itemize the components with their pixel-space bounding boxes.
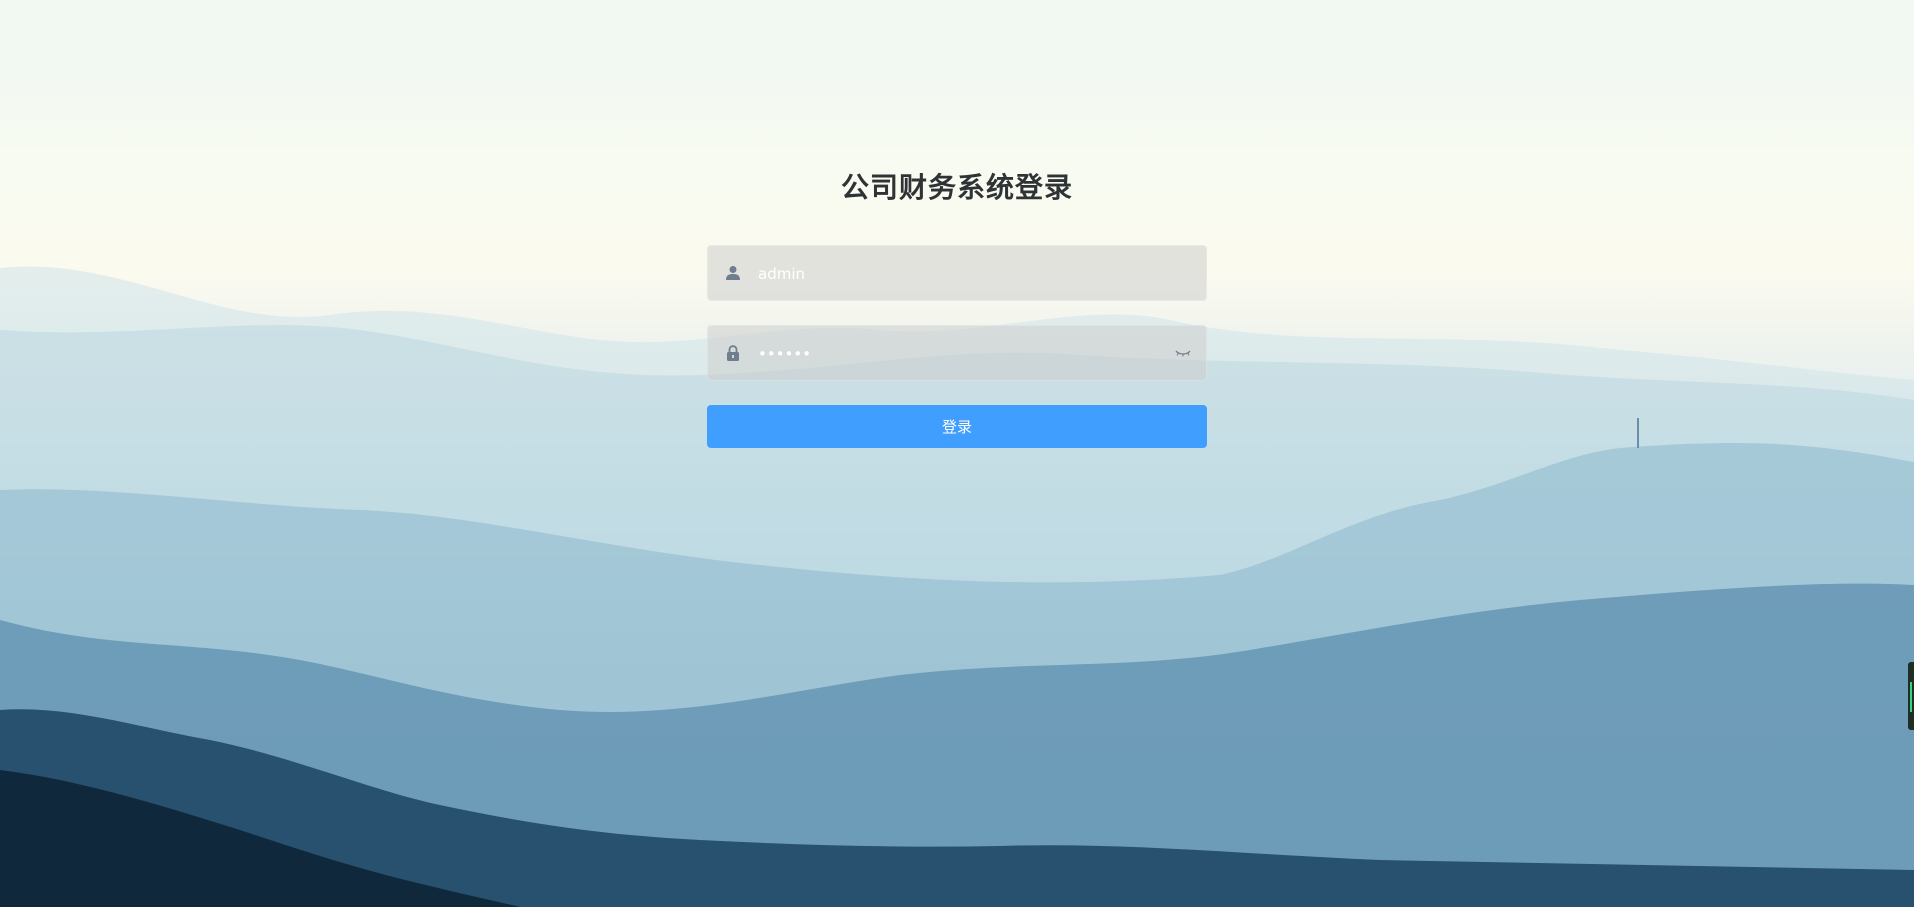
login-card: 公司财务系统登录 登录 [707, 0, 1207, 907]
user-icon [726, 266, 740, 280]
password-field[interactable] [707, 325, 1207, 382]
login-button[interactable]: 登录 [707, 405, 1207, 448]
scroll-handle[interactable] [1908, 662, 1914, 730]
login-page: 公司财务系统登录 登录 [0, 0, 1914, 907]
username-field[interactable] [707, 245, 1207, 302]
password-input[interactable] [756, 326, 1162, 382]
lock-icon [727, 345, 739, 361]
page-title: 公司财务系统登录 [840, 171, 1073, 204]
username-input[interactable] [756, 246, 1162, 302]
eye-off-icon[interactable] [1174, 346, 1192, 360]
